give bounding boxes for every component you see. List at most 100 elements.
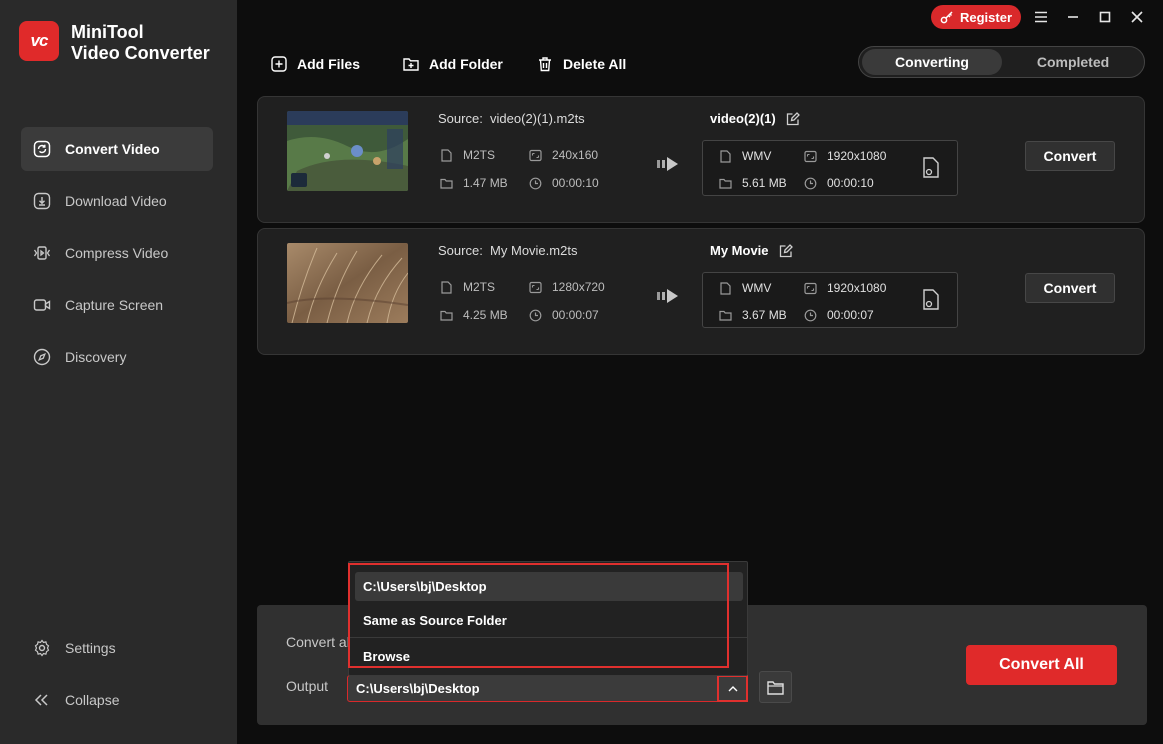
source-file: Source: My Movie.m2ts: [438, 243, 578, 258]
add-files-button[interactable]: Add Files: [271, 53, 360, 75]
file-icon: [720, 149, 731, 163]
open-folder-button[interactable]: [759, 671, 792, 703]
hamburger-icon: [1035, 11, 1047, 23]
add-folder-button[interactable]: Add Folder: [403, 53, 503, 75]
file-icon: [441, 148, 452, 162]
video-thumbnail[interactable]: [287, 243, 408, 323]
convert-arrow-icon: [657, 289, 678, 303]
dropdown-divider: [349, 637, 747, 638]
folder-icon: [440, 310, 453, 321]
key-icon: [940, 11, 953, 24]
sidebar-item-download-video[interactable]: Download Video: [21, 179, 213, 223]
output-label: Output: [286, 678, 329, 694]
collapse-button[interactable]: Collapse: [21, 680, 213, 720]
resolution-icon: [529, 281, 542, 293]
folder-icon: [767, 680, 784, 695]
output-size: 5.61 MB: [719, 176, 787, 190]
compass-icon: [33, 348, 51, 366]
tab-completed[interactable]: Completed: [1004, 49, 1142, 75]
edit-icon[interactable]: [786, 111, 800, 126]
chevron-up-icon: [728, 685, 737, 691]
dropdown-option-browse[interactable]: Browse: [355, 642, 743, 671]
output-format: WMV: [719, 149, 771, 163]
minimize-button[interactable]: [1064, 8, 1082, 26]
tab-converting[interactable]: Converting: [862, 49, 1002, 75]
add-folder-icon: [403, 58, 419, 71]
app-logo: vc: [19, 21, 59, 61]
dropdown-option-desktop[interactable]: C:\Users\bj\Desktop: [355, 572, 743, 601]
folder-icon: [719, 310, 732, 321]
file-icon: [441, 280, 452, 294]
maximize-icon: [1099, 11, 1111, 23]
register-button[interactable]: Register: [931, 5, 1021, 29]
convert-button[interactable]: Convert: [1025, 273, 1115, 303]
sidebar-item-compress-video[interactable]: Compress Video: [21, 231, 213, 275]
sidebar-item-capture-screen[interactable]: Capture Screen: [21, 283, 213, 327]
convert-all-button[interactable]: Convert All: [966, 645, 1117, 685]
clock-icon: [804, 177, 817, 189]
sidebar: vc MiniTool Video Converter Convert Vide…: [0, 0, 237, 744]
clock-icon: [804, 309, 817, 321]
source-file: Source: video(2)(1).m2ts: [438, 111, 585, 126]
camera-icon: [33, 299, 51, 311]
sidebar-item-discovery[interactable]: Discovery: [21, 335, 213, 379]
close-icon: [1131, 11, 1143, 23]
file-settings-icon[interactable]: [921, 157, 941, 179]
source-size: 1.47 MB: [440, 176, 508, 190]
edit-icon[interactable]: [779, 243, 793, 258]
dropdown-option-same-as-source[interactable]: Same as Source Folder: [355, 606, 743, 635]
source-duration: 00:00:10: [529, 176, 599, 190]
output-format: WMV: [719, 281, 771, 295]
gear-icon: [34, 639, 50, 657]
convert-icon: [33, 140, 51, 158]
close-button[interactable]: [1128, 8, 1146, 26]
sidebar-item-convert-video[interactable]: Convert Video: [21, 127, 213, 171]
resolution-icon: [804, 150, 817, 162]
source-size: 4.25 MB: [440, 308, 508, 322]
minimize-icon: [1068, 16, 1078, 18]
output-filename: My Movie: [710, 243, 793, 258]
output-format-box[interactable]: WMV 1920x1080 5.61 MB 00:00:10: [702, 140, 958, 196]
file-settings-icon[interactable]: [921, 289, 941, 311]
file-card: Source: My Movie.m2ts M2TS 1280x720 4.25…: [257, 228, 1145, 355]
source-format: M2TS: [440, 280, 495, 294]
output-dropdown-menu: C:\Users\bj\Desktop Same as Source Folde…: [348, 561, 748, 676]
output-size: 3.67 MB: [719, 308, 787, 322]
resolution-icon: [529, 149, 542, 161]
source-resolution: 1280x720: [529, 280, 605, 294]
file-icon: [720, 281, 731, 295]
output-format-box[interactable]: WMV 1920x1080 3.67 MB 00:00:07: [702, 272, 958, 328]
output-resolution: 1920x1080: [804, 281, 886, 295]
download-icon: [33, 192, 51, 210]
output-filename: video(2)(1): [710, 111, 800, 126]
trash-icon: [539, 57, 551, 72]
app-window: vc MiniTool Video Converter Convert Vide…: [0, 0, 1163, 744]
convert-all-to-label: Convert al: [286, 634, 350, 650]
status-tabs: Converting Completed: [858, 46, 1145, 78]
compress-icon: [33, 246, 51, 260]
output-dropdown-toggle[interactable]: [717, 675, 748, 702]
source-resolution: 240x160: [529, 148, 598, 162]
resolution-icon: [804, 282, 817, 294]
folder-icon: [719, 178, 732, 189]
source-duration: 00:00:07: [529, 308, 599, 322]
source-format: M2TS: [440, 148, 495, 162]
convert-arrow-icon: [657, 157, 678, 171]
delete-all-button[interactable]: Delete All: [537, 53, 626, 75]
convert-button[interactable]: Convert: [1025, 141, 1115, 171]
file-card: Source: video(2)(1).m2ts M2TS 240x160 1.…: [257, 96, 1145, 223]
settings-button[interactable]: Settings: [21, 628, 213, 668]
add-file-icon: [271, 56, 287, 72]
double-chevron-left-icon: [34, 694, 48, 706]
output-resolution: 1920x1080: [804, 149, 886, 163]
output-duration: 00:00:10: [804, 176, 874, 190]
maximize-button[interactable]: [1096, 8, 1114, 26]
menu-button[interactable]: [1032, 8, 1050, 26]
video-thumbnail[interactable]: [287, 111, 408, 191]
clock-icon: [529, 309, 542, 321]
clock-icon: [529, 177, 542, 189]
folder-icon: [440, 178, 453, 189]
brand-name: MiniTool Video Converter: [71, 22, 210, 63]
output-duration: 00:00:07: [804, 308, 874, 322]
output-path-select[interactable]: C:\Users\bj\Desktop: [347, 675, 747, 702]
